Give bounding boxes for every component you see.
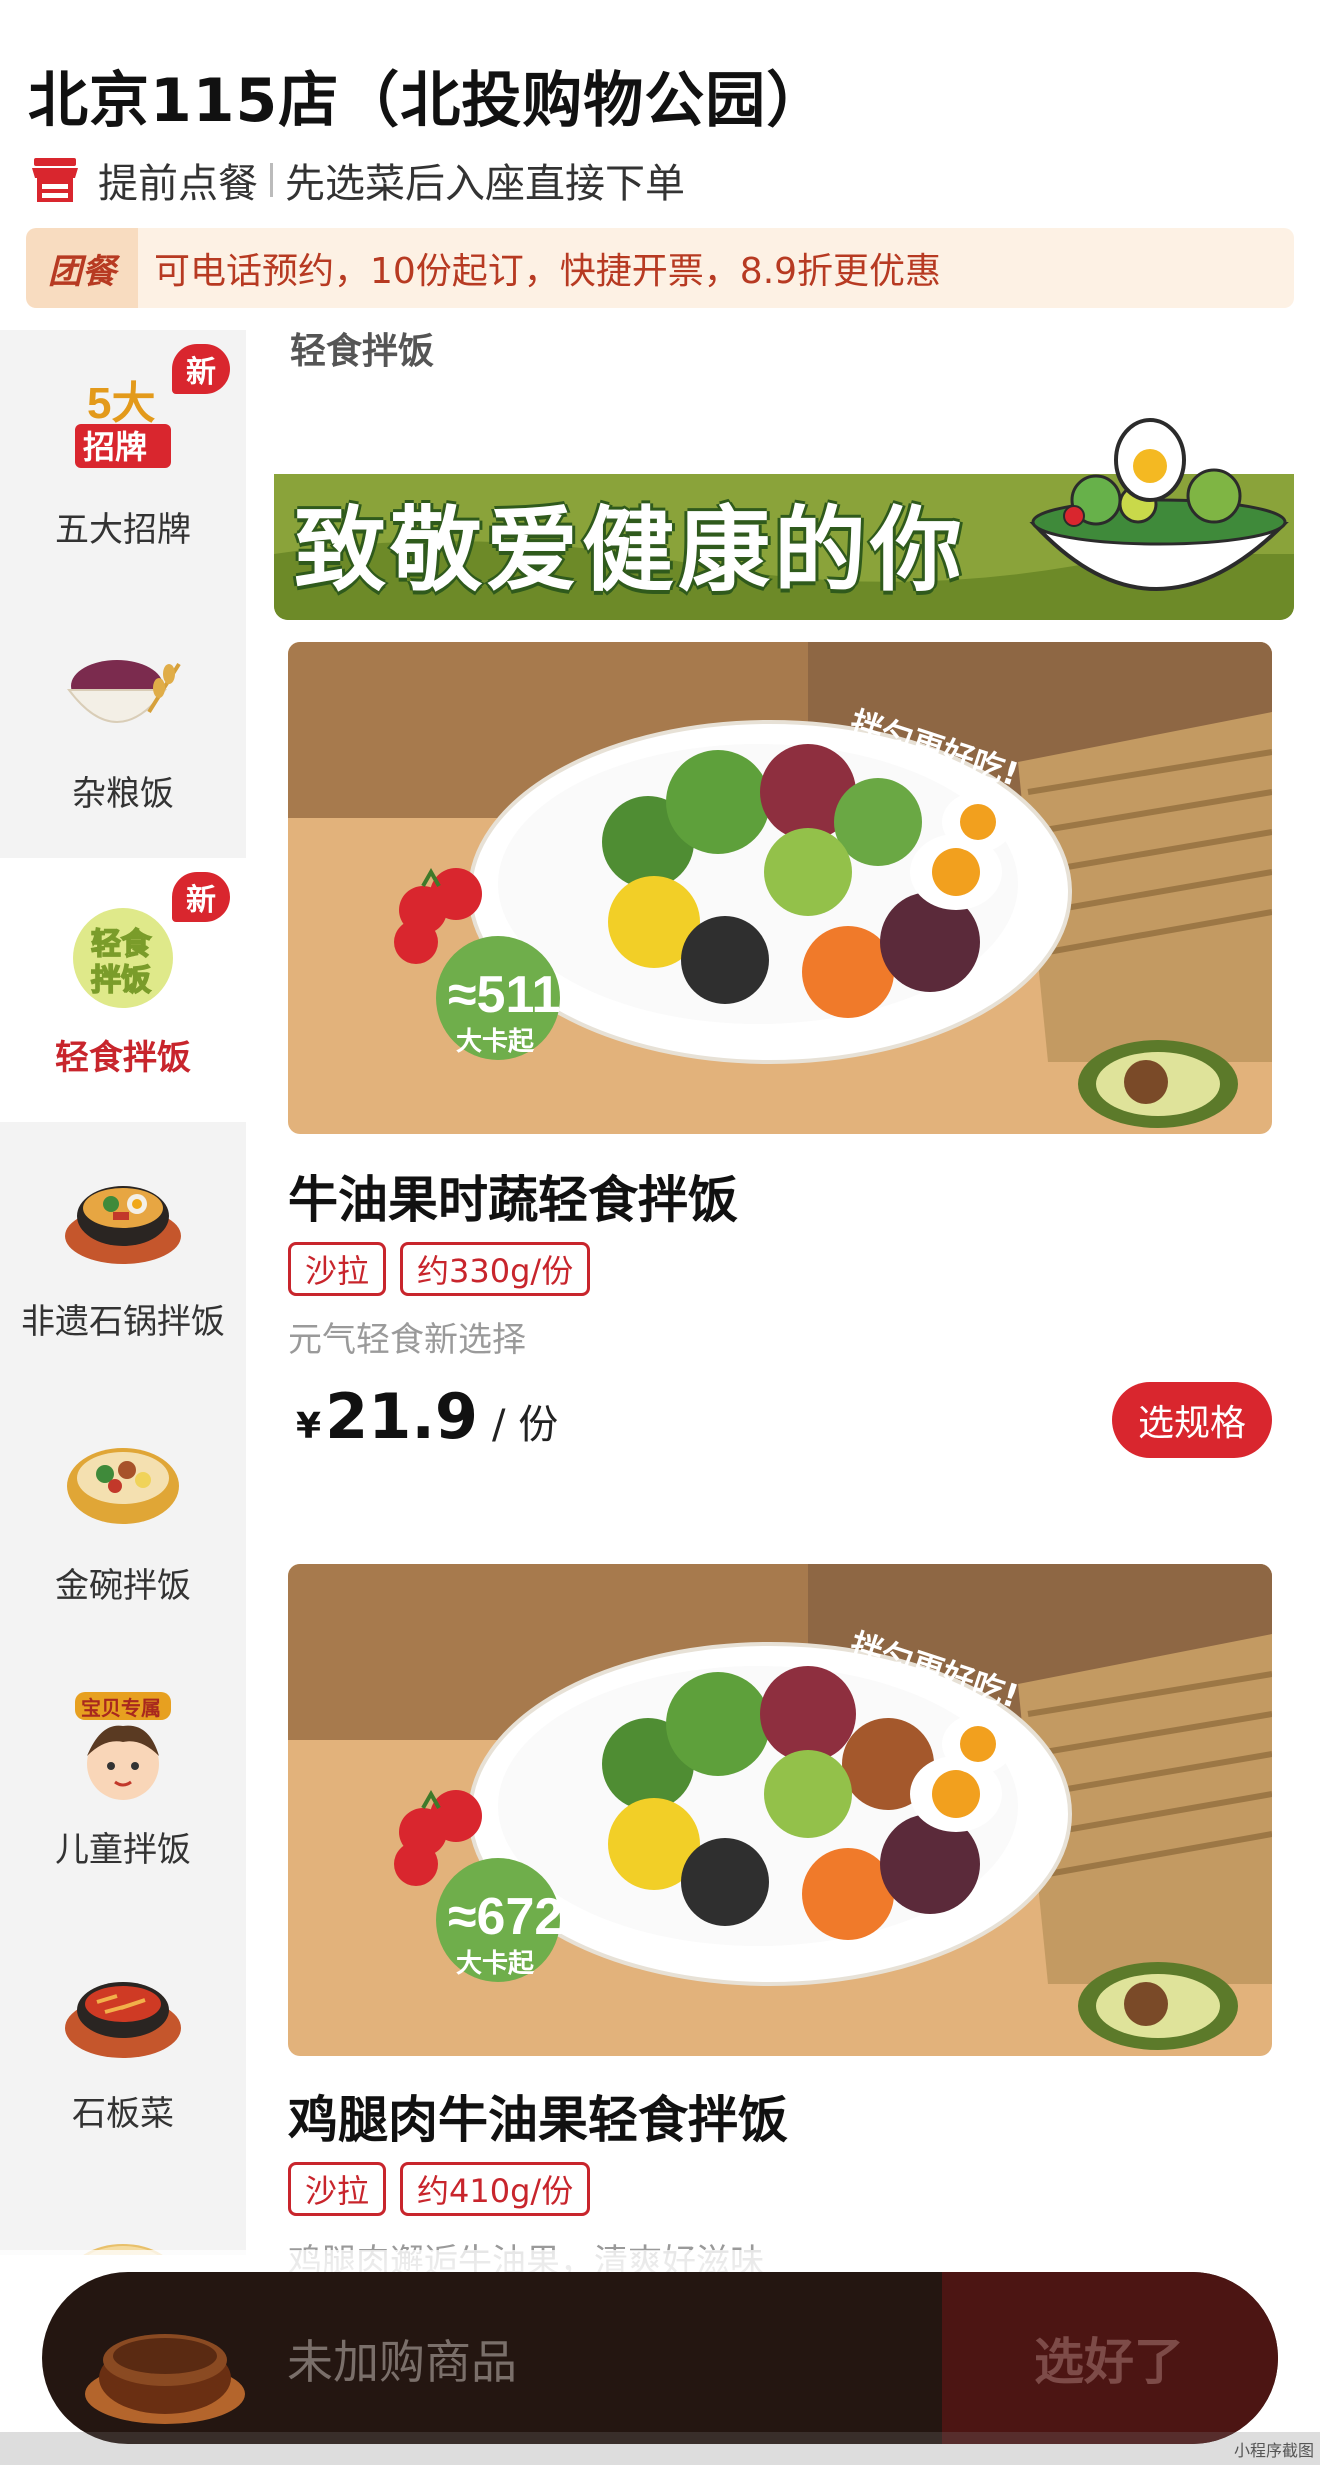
product-photo: ≈511 大卡起 拌匀更好吃!	[288, 642, 1272, 1134]
calorie-unit: 大卡起	[456, 1949, 535, 1979]
sidebar-item-label: 儿童拌饭	[55, 1830, 191, 1870]
group-meal-tag: 团餐	[26, 228, 138, 308]
light-meal-icon: 轻食 拌饭	[73, 908, 173, 1008]
group-meal-banner[interactable]: 团餐 可电话预约，10份起订，快捷开票，8.9折更优惠	[26, 228, 1294, 308]
cart-empty-text: 未加购商品	[287, 2335, 517, 2389]
product-tag: 约330g/份	[400, 1242, 591, 1296]
cart-bowl-icon[interactable]	[80, 2290, 250, 2430]
calorie-value: ≈672	[448, 1888, 563, 1946]
mini-program-screenshot-label: 小程序截图	[1233, 2441, 1314, 2460]
kids-meal-icon-text: 宝贝专属	[81, 1696, 161, 1720]
sidebar-item-signature[interactable]: 5大 招牌 新 五大招牌	[0, 330, 246, 594]
signature-icon: 5大 招牌	[75, 379, 171, 468]
product-tags: 沙拉 约410g/份	[288, 2162, 591, 2216]
product-tag: 沙拉	[288, 2162, 387, 2216]
product-name[interactable]: 鸡腿肉牛油果轻食拌饭	[288, 2080, 788, 2152]
stone-pot-icon	[65, 1186, 181, 1264]
product-image[interactable]: ≈672 大卡起 拌匀更好吃!	[288, 1564, 1272, 2056]
calorie-unit: 大卡起	[456, 1027, 535, 1057]
grain-rice-bowl-icon	[66, 660, 181, 723]
product-tag: 约410g/份	[400, 2162, 591, 2216]
sidebar-item-more[interactable]	[0, 2178, 246, 2255]
signature-icon-text-2: 招牌	[83, 428, 147, 466]
product-image[interactable]: ≈511 大卡起 拌匀更好吃!	[288, 642, 1272, 1134]
promo-banner[interactable]: 致敬爱健康的你	[274, 404, 1294, 620]
product-description: 元气轻食新选择	[288, 1320, 526, 1360]
section-title: 轻食拌饭	[290, 331, 435, 372]
price-amount: 21.9	[325, 1380, 479, 1453]
product-tags: 沙拉 约330g/份	[288, 1242, 591, 1296]
product-tag: 沙拉	[288, 1242, 387, 1296]
sidebar-item-light-bibimbap[interactable]: 轻食 拌饭 新 轻食拌饭	[0, 858, 246, 1122]
sidebar-item-gold-bowl[interactable]: 金碗拌饭	[0, 1386, 246, 1650]
sidebar-item-stone-plate[interactable]: 石板菜	[0, 1914, 246, 2178]
stone-plate-icon	[65, 1982, 181, 2058]
pre-order-label: 提前点餐	[98, 161, 258, 207]
pre-order-desc: 先选菜后入座直接下单	[285, 161, 685, 207]
sidebar-item-label: 杂粮饭	[72, 774, 174, 814]
kids-meal-icon: 宝贝专属	[75, 1692, 171, 1800]
sidebar-item-label: 石板菜	[72, 2094, 174, 2134]
promo-slogan: 致敬爱健康的你	[294, 497, 967, 604]
price-unit: / 份	[492, 1402, 559, 1448]
sidebar-item-label: 金碗拌饭	[55, 1566, 191, 1606]
category-sidebar: 5大 招牌 新 五大招牌 杂粮饭 轻食 拌饭 新 轻食拌饭 非遗石锅拌饭 金碗拌…	[0, 330, 246, 2255]
sidebar-item-label: 非遗石锅拌饭	[21, 1302, 225, 1342]
checkout-button[interactable]: 选好了	[1034, 2322, 1184, 2394]
sidebar-item-stone-pot[interactable]: 非遗石锅拌饭	[0, 1122, 246, 1386]
divider	[270, 163, 273, 197]
sidebar-item-mixed-grain[interactable]: 杂粮饭	[0, 594, 246, 858]
bottom-strip	[0, 2432, 1320, 2465]
store-title: 北京115店（北投购物公园）	[28, 66, 828, 136]
select-spec-button[interactable]: 选规格	[1112, 1382, 1272, 1458]
pre-order-row: 提前点餐 先选菜后入座直接下单	[30, 150, 685, 210]
light-meal-icon-text-2: 拌饭	[91, 963, 151, 998]
new-badge: 新	[172, 872, 230, 922]
store-icon	[32, 158, 78, 202]
sidebar-item-label: 五大招牌	[55, 510, 191, 550]
new-badge: 新	[172, 344, 230, 394]
product-price: ¥ 21.9 / 份	[296, 1380, 558, 1453]
light-meal-icon-text-1: 轻食	[91, 927, 152, 962]
sidebar-item-label: 轻食拌饭	[55, 1038, 191, 1078]
product-name[interactable]: 牛油果时蔬轻食拌饭	[288, 1160, 738, 1232]
group-meal-text: 可电话预约，10份起订，快捷开票，8.9折更优惠	[154, 251, 942, 292]
price-currency: ¥	[296, 1406, 322, 1447]
sidebar-item-kids[interactable]: 宝贝专属 儿童拌饭	[0, 1650, 246, 1914]
cart-bar: 未加购商品 选好了	[42, 2272, 1278, 2444]
signature-icon-text-1: 5大	[87, 379, 155, 428]
product-photo: ≈672 大卡起 拌匀更好吃!	[288, 1564, 1272, 2056]
calorie-value: ≈511	[448, 966, 560, 1024]
gold-bowl-icon	[67, 1448, 179, 1524]
